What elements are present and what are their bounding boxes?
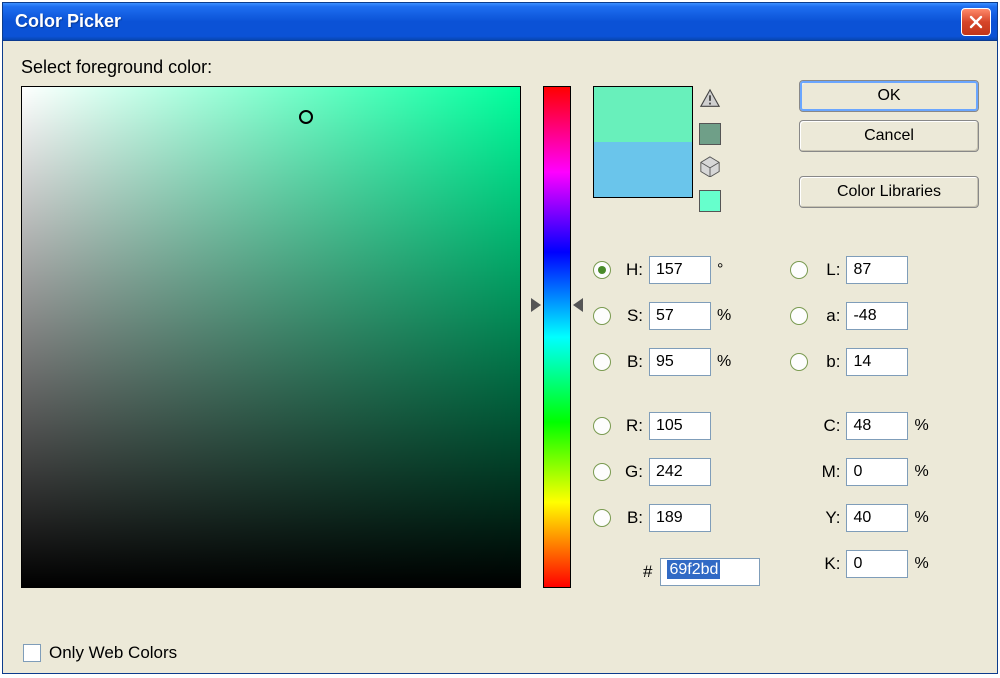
cancel-button[interactable]: Cancel — [799, 120, 979, 152]
input-m[interactable] — [846, 458, 908, 486]
input-hex[interactable]: 69f2bd — [660, 558, 760, 586]
label-y: Y: — [814, 508, 840, 528]
color-libraries-button[interactable]: Color Libraries — [799, 176, 979, 208]
input-l[interactable] — [846, 256, 908, 284]
label-r: R: — [617, 416, 643, 436]
label-g: G: — [617, 462, 643, 482]
radio-a[interactable] — [790, 307, 808, 325]
radio-r[interactable] — [593, 417, 611, 435]
hsb-rgb-column: H: ° S: % B: — [593, 252, 760, 586]
label-l: L: — [814, 260, 840, 280]
unit-h: ° — [717, 261, 737, 279]
hue-slider[interactable] — [529, 86, 585, 588]
unit-y: % — [914, 509, 934, 527]
label-a: a: — [814, 306, 840, 326]
titlebar[interactable]: Color Picker — [3, 3, 997, 41]
radio-b[interactable] — [790, 353, 808, 371]
close-icon — [969, 15, 983, 29]
color-swatch — [593, 86, 693, 198]
input-a[interactable] — [846, 302, 908, 330]
input-h[interactable] — [649, 256, 711, 284]
only-web-colors-checkbox[interactable] — [23, 644, 41, 662]
radio-h[interactable] — [593, 261, 611, 279]
unit-bv: % — [717, 353, 737, 371]
label-hex: # — [643, 562, 652, 582]
input-c[interactable] — [846, 412, 908, 440]
radio-bc[interactable] — [593, 509, 611, 527]
input-y[interactable] — [846, 504, 908, 532]
old-color-swatch[interactable] — [594, 142, 692, 197]
saturation-brightness-field[interactable] — [21, 86, 521, 588]
gamut-closest-chip[interactable] — [699, 123, 721, 145]
unit-k: % — [914, 555, 934, 573]
color-picker-window: Color Picker Select foreground color: — [2, 2, 998, 674]
hue-arrow-left-icon — [531, 298, 541, 312]
unit-s: % — [717, 307, 737, 325]
label-k: K: — [814, 554, 840, 574]
sb-cursor-icon — [299, 110, 313, 124]
input-bc[interactable] — [649, 504, 711, 532]
input-g[interactable] — [649, 458, 711, 486]
input-k[interactable] — [846, 550, 908, 578]
gamut-warning-icon[interactable] — [699, 88, 721, 113]
label-bv: B: — [617, 352, 643, 372]
radio-l[interactable] — [790, 261, 808, 279]
label-bc: B: — [617, 508, 643, 528]
label-m: M: — [814, 462, 840, 482]
input-r[interactable] — [649, 412, 711, 440]
input-s[interactable] — [649, 302, 711, 330]
label-s: S: — [617, 306, 643, 326]
input-b[interactable] — [846, 348, 908, 376]
unit-m: % — [914, 463, 934, 481]
radio-s[interactable] — [593, 307, 611, 325]
only-web-colors-label: Only Web Colors — [49, 643, 177, 663]
websafe-warning-icon[interactable] — [699, 155, 721, 180]
radio-bv[interactable] — [593, 353, 611, 371]
hue-arrow-right-icon — [573, 298, 583, 312]
input-bv[interactable] — [649, 348, 711, 376]
websafe-closest-chip[interactable] — [699, 190, 721, 212]
unit-c: % — [914, 417, 934, 435]
lab-cmyk-column: L: a: b: — [790, 252, 934, 586]
hue-strip[interactable] — [543, 86, 571, 588]
close-button[interactable] — [961, 8, 991, 36]
ok-button[interactable]: OK — [799, 80, 979, 112]
dialog-body: Select foreground color: — [3, 41, 997, 673]
label-c: C: — [814, 416, 840, 436]
label-h: H: — [617, 260, 643, 280]
new-color-swatch — [594, 87, 692, 142]
caption-label: Select foreground color: — [21, 57, 983, 78]
label-b: b: — [814, 352, 840, 372]
radio-g[interactable] — [593, 463, 611, 481]
window-title: Color Picker — [15, 11, 121, 32]
